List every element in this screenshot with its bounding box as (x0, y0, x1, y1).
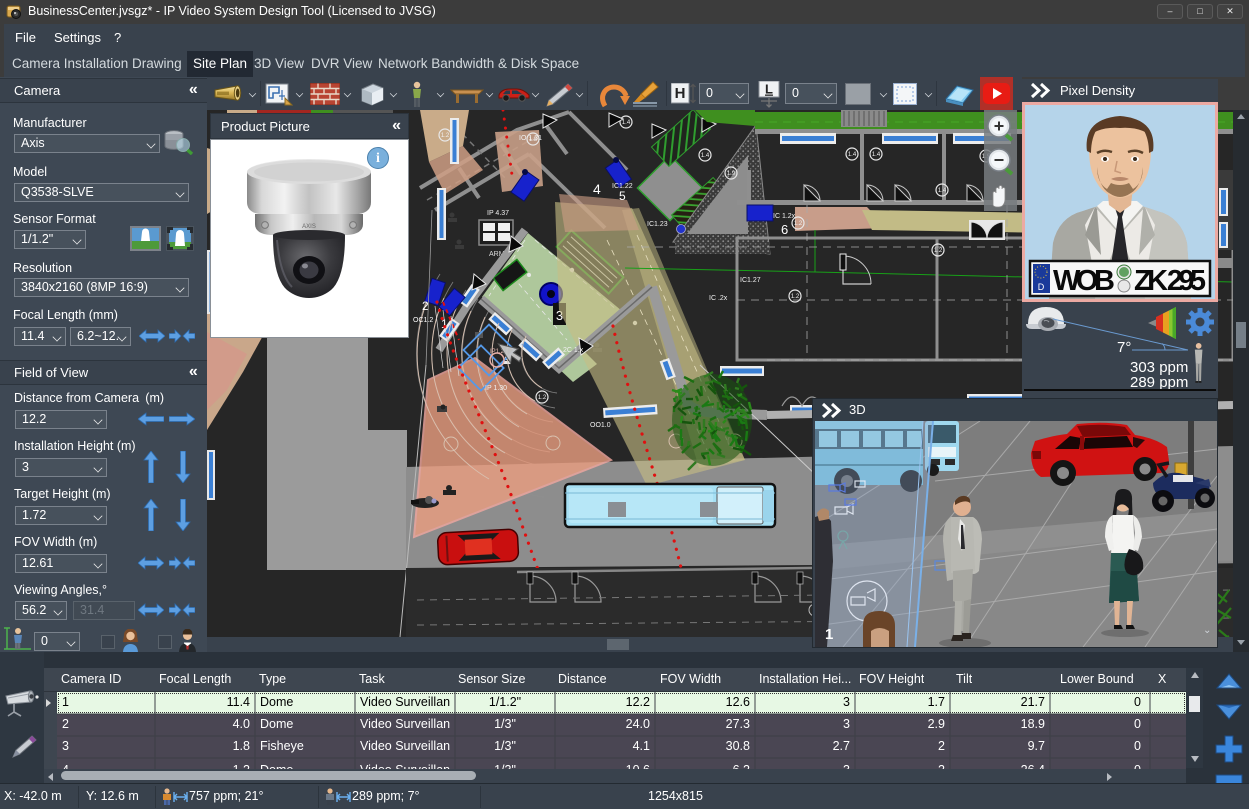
svg-text:IC1.23: IC1.23 (647, 221, 668, 228)
svg-text:1.4: 1.4 (872, 152, 881, 158)
svg-text:IC1.27: IC1.27 (740, 277, 761, 284)
svg-text:5: 5 (619, 189, 626, 203)
svg-text:OC1.2: OC1.2 (413, 317, 433, 324)
svg-text:4: 4 (593, 181, 601, 197)
svg-text:2C 1.x: 2C 1.x (563, 347, 584, 354)
svg-text:1.2: 1.2 (441, 133, 450, 139)
svg-text:D: D (1038, 282, 1045, 292)
svg-text:7°: 7° (1117, 339, 1131, 356)
svg-text:1: 1 (825, 626, 833, 643)
svg-text:WOB: WOB (1053, 265, 1115, 297)
svg-text:1.4: 1.4 (848, 152, 857, 158)
svg-text:6: 6 (781, 222, 788, 237)
svg-text:AXIS: AXIS (302, 224, 316, 230)
svg-text:1.2: 1.2 (794, 221, 803, 227)
svg-text:1.9: 1.9 (727, 171, 736, 177)
svg-text:ZK 295: ZK 295 (1134, 265, 1206, 297)
svg-text:OO1.0: OO1.0 (590, 422, 611, 429)
svg-text:1.2: 1.2 (538, 395, 547, 401)
svg-text:IC 1.2x: IC 1.2x (773, 213, 796, 220)
svg-text:L: L (765, 82, 773, 97)
svg-text:1.2: 1.2 (934, 248, 943, 254)
svg-text:1.4: 1.4 (938, 188, 947, 194)
svg-text:IP 1.30: IP 1.30 (485, 385, 507, 392)
svg-text:H: H (675, 85, 686, 102)
svg-text:1.4: 1.4 (701, 153, 710, 159)
svg-text:1.2: 1.2 (791, 294, 800, 300)
svg-text:1.4: 1.4 (622, 120, 631, 126)
svg-text:IP 4.37: IP 4.37 (487, 210, 509, 217)
svg-text:IC .2x: IC .2x (709, 295, 728, 302)
svg-text:IO 1.31: IO 1.31 (519, 135, 542, 142)
